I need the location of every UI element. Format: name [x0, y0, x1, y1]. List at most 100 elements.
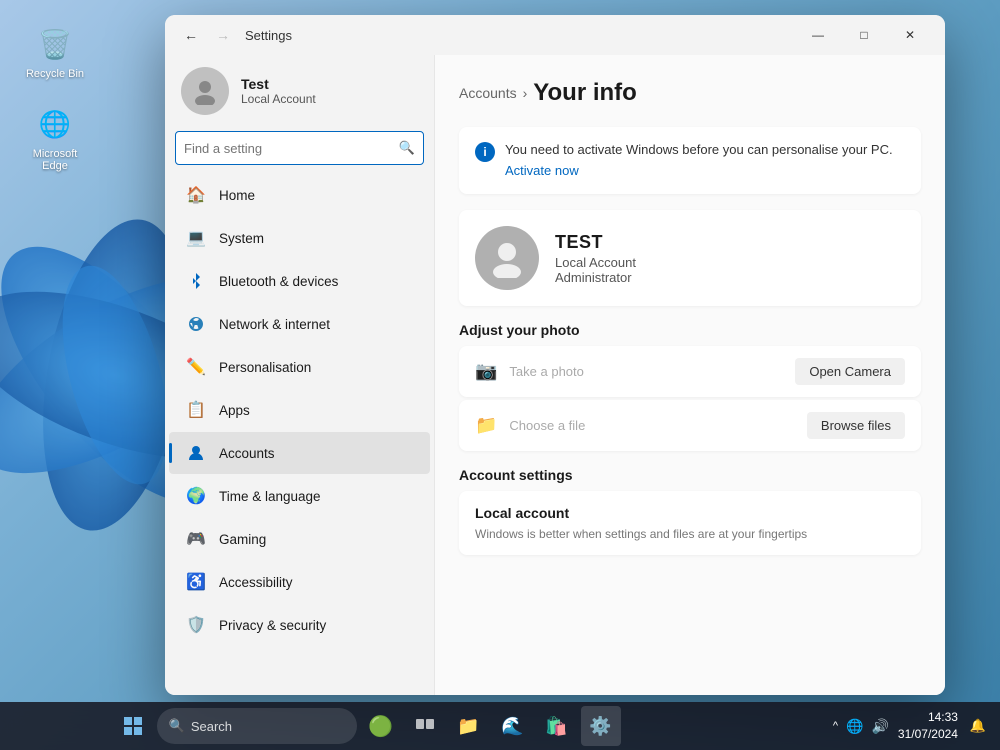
- choose-file-label: Choose a file: [509, 418, 807, 433]
- edge-image: 🌐: [35, 104, 75, 144]
- date-display: 31/07/2024: [898, 726, 958, 743]
- tray-chevron[interactable]: ^: [830, 716, 841, 736]
- time-display: 14:33: [898, 709, 958, 726]
- sidebar-item-accounts[interactable]: Accounts: [169, 432, 430, 474]
- accounts-icon: [185, 442, 207, 464]
- sidebar-item-home[interactable]: 🏠 Home: [169, 174, 430, 216]
- notification-center[interactable]: 🔔: [964, 706, 992, 746]
- take-photo-label: Take a photo: [509, 364, 795, 379]
- taskbar-clock[interactable]: 14:33 31/07/2024: [898, 709, 958, 743]
- window-controls: — □ ✕: [795, 19, 933, 51]
- main-profile-role: Administrator: [555, 270, 636, 285]
- taskbar-search-label: Search: [191, 719, 232, 734]
- network-icon: [185, 313, 207, 335]
- title-bar: ← → Settings — □ ✕: [165, 15, 945, 55]
- main-content: Accounts › Your info i You need to activ…: [435, 55, 945, 695]
- privacy-icon: 🛡️: [185, 614, 207, 636]
- page-title: Your info: [533, 79, 637, 107]
- microsoft-edge-icon[interactable]: 🌐 Microsoft Edge: [20, 100, 90, 176]
- sidebar-item-accounts-label: Accounts: [219, 446, 275, 461]
- sidebar-profile-name: Test: [241, 76, 418, 92]
- camera-icon: 📷: [475, 361, 497, 382]
- info-icon: i: [475, 142, 495, 162]
- taskbar: 🔍 Search 🟢 📁 🌊 🛍️ ⚙️ ^ 🌐 🔊: [0, 702, 1000, 750]
- sidebar-item-time[interactable]: 🌍 Time & language: [169, 475, 430, 517]
- breadcrumb-separator: ›: [523, 85, 528, 101]
- accessibility-icon: ♿: [185, 571, 207, 593]
- sidebar-item-apps-label: Apps: [219, 403, 250, 418]
- sidebar-item-bluetooth-label: Bluetooth & devices: [219, 274, 338, 289]
- sidebar-item-system-label: System: [219, 231, 264, 246]
- taskbar-settings[interactable]: ⚙️: [581, 706, 621, 746]
- activation-message: You need to activate Windows before you …: [505, 141, 905, 159]
- activate-now-link[interactable]: Activate now: [505, 163, 579, 178]
- taskbar-edge-preview[interactable]: 🟢: [361, 706, 401, 746]
- title-bar-nav: ← →: [177, 21, 237, 49]
- bluetooth-icon: [185, 270, 207, 292]
- taskbar-explorer[interactable]: 📁: [449, 706, 489, 746]
- start-button[interactable]: [113, 706, 153, 746]
- network-icon[interactable]: 🌐: [843, 716, 866, 737]
- local-account-label: Local account: [475, 505, 905, 521]
- sidebar-item-time-label: Time & language: [219, 489, 321, 504]
- main-profile-avatar: [475, 226, 539, 290]
- sidebar-search-box[interactable]: 🔍: [175, 131, 424, 165]
- activation-banner: i You need to activate Windows before yo…: [459, 127, 921, 194]
- taskbar-edge[interactable]: 🌊: [493, 706, 533, 746]
- minimize-button[interactable]: —: [795, 19, 841, 51]
- open-camera-button[interactable]: Open Camera: [795, 358, 905, 385]
- settings-body: Test Local Account 🔍 🏠 Home �: [165, 55, 945, 695]
- system-tray: ^ 🌐 🔊: [830, 716, 892, 737]
- back-button[interactable]: ←: [177, 21, 205, 49]
- forward-button[interactable]: →: [209, 21, 237, 49]
- time-icon: 🌍: [185, 485, 207, 507]
- maximize-button[interactable]: □: [841, 19, 887, 51]
- sidebar-profile-type: Local Account: [241, 92, 418, 106]
- photo-options: 📷 Take a photo Open Camera 📁 Choose a fi…: [459, 346, 921, 453]
- sound-icon[interactable]: 🔊: [868, 716, 891, 737]
- search-icon: 🔍: [399, 140, 415, 156]
- breadcrumb: Accounts › Your info: [459, 79, 921, 107]
- sidebar-profile-info: Test Local Account: [241, 76, 418, 106]
- taskbar-search[interactable]: 🔍 Search: [157, 708, 357, 744]
- taskbar-store[interactable]: 🛍️: [537, 706, 577, 746]
- search-input[interactable]: [184, 141, 399, 156]
- gaming-icon: 🎮: [185, 528, 207, 550]
- sidebar-item-personalisation-label: Personalisation: [219, 360, 311, 375]
- sidebar-item-gaming-label: Gaming: [219, 532, 266, 547]
- sidebar-item-network[interactable]: Network & internet: [169, 303, 430, 345]
- sidebar-profile[interactable]: Test Local Account: [165, 55, 434, 131]
- close-button[interactable]: ✕: [887, 19, 933, 51]
- sidebar-item-system[interactable]: 💻 System: [169, 217, 430, 259]
- sidebar-item-personalisation[interactable]: ✏️ Personalisation: [169, 346, 430, 388]
- sidebar-item-accessibility[interactable]: ♿ Accessibility: [169, 561, 430, 603]
- choose-file-card: 📁 Choose a file Browse files: [459, 400, 921, 451]
- browse-files-button[interactable]: Browse files: [807, 412, 905, 439]
- sidebar-item-apps[interactable]: 📋 Apps: [169, 389, 430, 431]
- account-settings-title: Account settings: [459, 467, 921, 483]
- sidebar-avatar: [181, 67, 229, 115]
- taskbar-task-view[interactable]: [405, 706, 445, 746]
- apps-icon: 📋: [185, 399, 207, 421]
- taskbar-center: 🔍 Search 🟢 📁 🌊 🛍️ ⚙️: [113, 706, 621, 746]
- personalisation-icon: ✏️: [185, 356, 207, 378]
- adjust-photo-title: Adjust your photo: [459, 322, 921, 338]
- info-text: You need to activate Windows before you …: [505, 141, 905, 180]
- profile-section: TEST Local Account Administrator: [459, 210, 921, 306]
- settings-window: ← → Settings — □ ✕: [165, 15, 945, 695]
- main-profile-account-type: Local Account: [555, 255, 636, 270]
- sidebar-item-gaming[interactable]: 🎮 Gaming: [169, 518, 430, 560]
- recycle-bin-icon[interactable]: 🗑️ Recycle Bin: [20, 20, 90, 84]
- local-account-sub: Windows is better when settings and file…: [475, 527, 905, 541]
- taskbar-right: ^ 🌐 🔊 14:33 31/07/2024 🔔: [830, 706, 992, 746]
- sidebar-item-accessibility-label: Accessibility: [219, 575, 293, 590]
- main-profile-name: TEST: [555, 232, 636, 253]
- sidebar-item-privacy[interactable]: 🛡️ Privacy & security: [169, 604, 430, 646]
- taskbar-search-icon: 🔍: [169, 718, 185, 734]
- sidebar-item-bluetooth[interactable]: Bluetooth & devices: [169, 260, 430, 302]
- folder-icon: 📁: [475, 415, 497, 436]
- desktop: 🗑️ Recycle Bin 🌐 Microsoft Edge ← → Sett…: [0, 0, 1000, 750]
- account-settings-card[interactable]: Local account Windows is better when set…: [459, 491, 921, 555]
- breadcrumb-parent[interactable]: Accounts: [459, 85, 517, 101]
- system-icon: 💻: [185, 227, 207, 249]
